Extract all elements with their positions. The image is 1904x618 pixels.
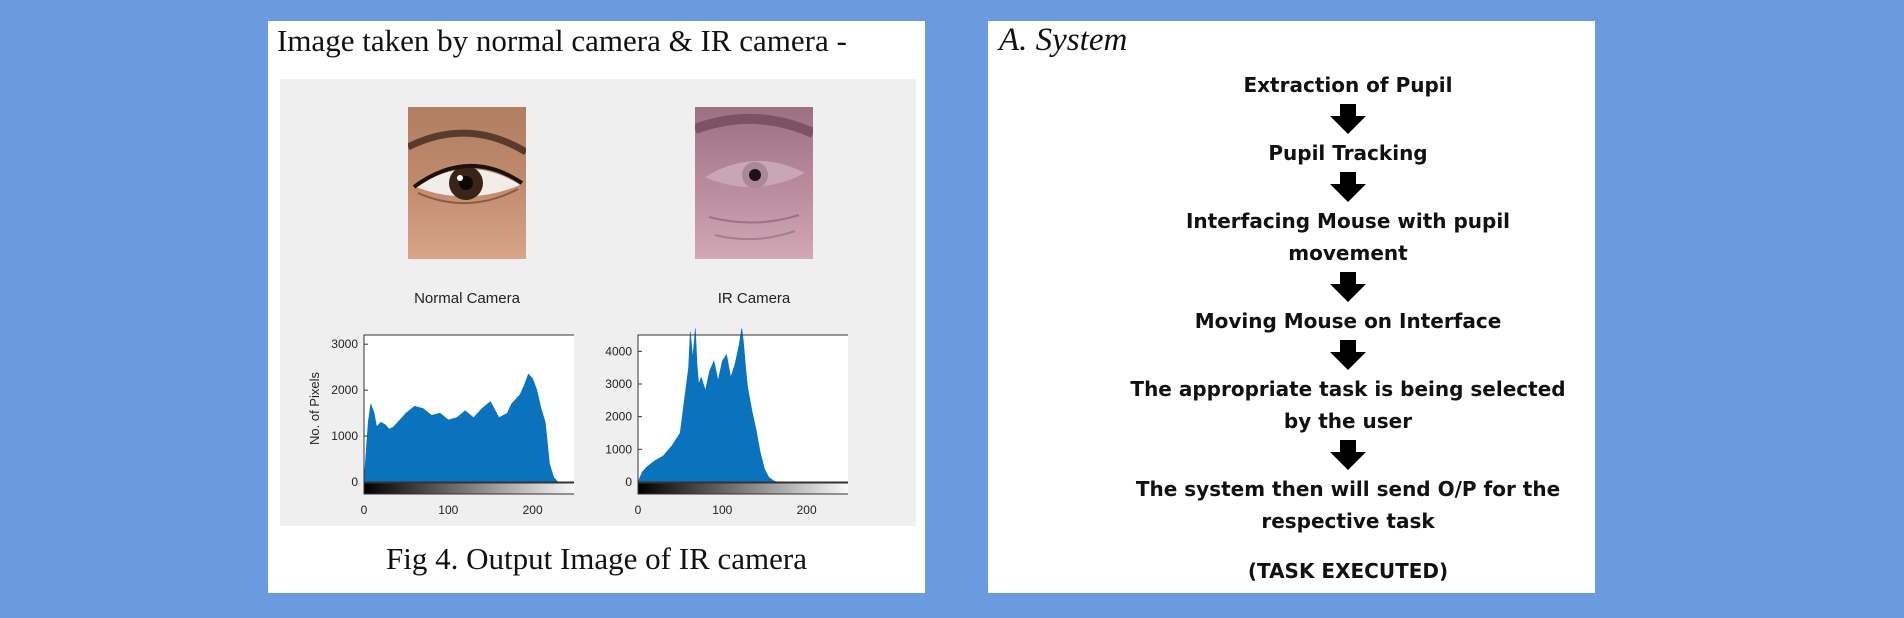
down-arrow-icon [1118,437,1578,473]
y-tick-label: 1000 [331,429,358,443]
y-axis-label: No. of Pixels [307,372,322,445]
flow-step: Pupil Tracking [1118,137,1578,169]
y-tick-label: 0 [625,475,632,489]
normal-camera-histogram: 0 1000 2000 3000 0 100 200 No. of Pixels [307,334,574,517]
ir-camera-eye-photo [695,107,813,259]
y-tick-label: 0 [351,475,358,489]
flow-step-text: by the user [1283,409,1413,433]
normal-camera-label: Normal Camera [414,290,520,307]
y-tick-label: 3000 [605,377,632,391]
flow-step: The system then will send O/P for the res… [1118,473,1578,537]
grayscale-colorbar [363,482,574,495]
ir-camera-histogram: 0 1000 2000 3000 4000 0 100 200 [605,328,848,517]
section-heading: A. System [999,22,1128,58]
x-tick-label: 200 [523,503,543,517]
flow-step: The appropriate task is being selected by… [1118,373,1578,437]
down-arrow-icon [1118,169,1578,205]
flow-step-text: Interfacing Mouse with pupil [1185,209,1511,233]
normal-camera-eye-photo [408,107,526,259]
flow-step-text: The appropriate task is being selected [1130,377,1566,401]
y-tick-label: 4000 [605,344,632,358]
flow-step: Extraction of Pupil [1118,69,1578,101]
y-tick-label: 1000 [605,442,632,456]
figure-area: Normal Camera IR Camera 0 1000 2000 3000 0 10… [280,79,916,526]
ir-camera-label: IR Camera [717,290,791,307]
flow-step-text: Pupil Tracking [1268,141,1428,165]
flow-step: Moving Mouse on Interface [1118,305,1578,337]
flow-step-text: The system then will send O/P for the [1135,477,1561,501]
x-tick-label: 100 [712,503,732,517]
flow-step-text: Extraction of Pupil [1243,73,1453,97]
task-executed-label: (TASK EXECUTED) [1247,559,1449,583]
y-tick-label: 2000 [605,410,632,424]
x-tick-label: 0 [361,503,368,517]
figure-caption: Fig 4. Output Image of IR camera [386,541,807,576]
y-tick-label: 2000 [331,383,358,397]
flowchart: Extraction of Pupil Pupil Tracking Interfa… [1118,69,1578,587]
x-tick-label: 0 [635,503,642,517]
figure-heading: Image taken by normal camera & IR camera… [277,23,847,58]
x-tick-label: 200 [797,503,817,517]
flow-step: Interfacing Mouse with pupil movement [1118,205,1578,269]
left-figure-panel: Image taken by normal camera & IR camera… [268,21,925,593]
down-arrow-icon [1118,337,1578,373]
flow-step-text: respective task [1261,509,1435,533]
grayscale-colorbar [637,482,848,495]
down-arrow-icon [1118,101,1578,137]
system-flowchart-panel: A. System Extraction of Pupil Pupil Track… [988,21,1595,593]
flow-step-text: movement [1288,241,1408,265]
flow-step-text: Moving Mouse on Interface [1194,309,1502,333]
x-tick-label: 100 [438,503,458,517]
down-arrow-icon [1118,269,1578,305]
y-tick-label: 3000 [331,337,358,351]
